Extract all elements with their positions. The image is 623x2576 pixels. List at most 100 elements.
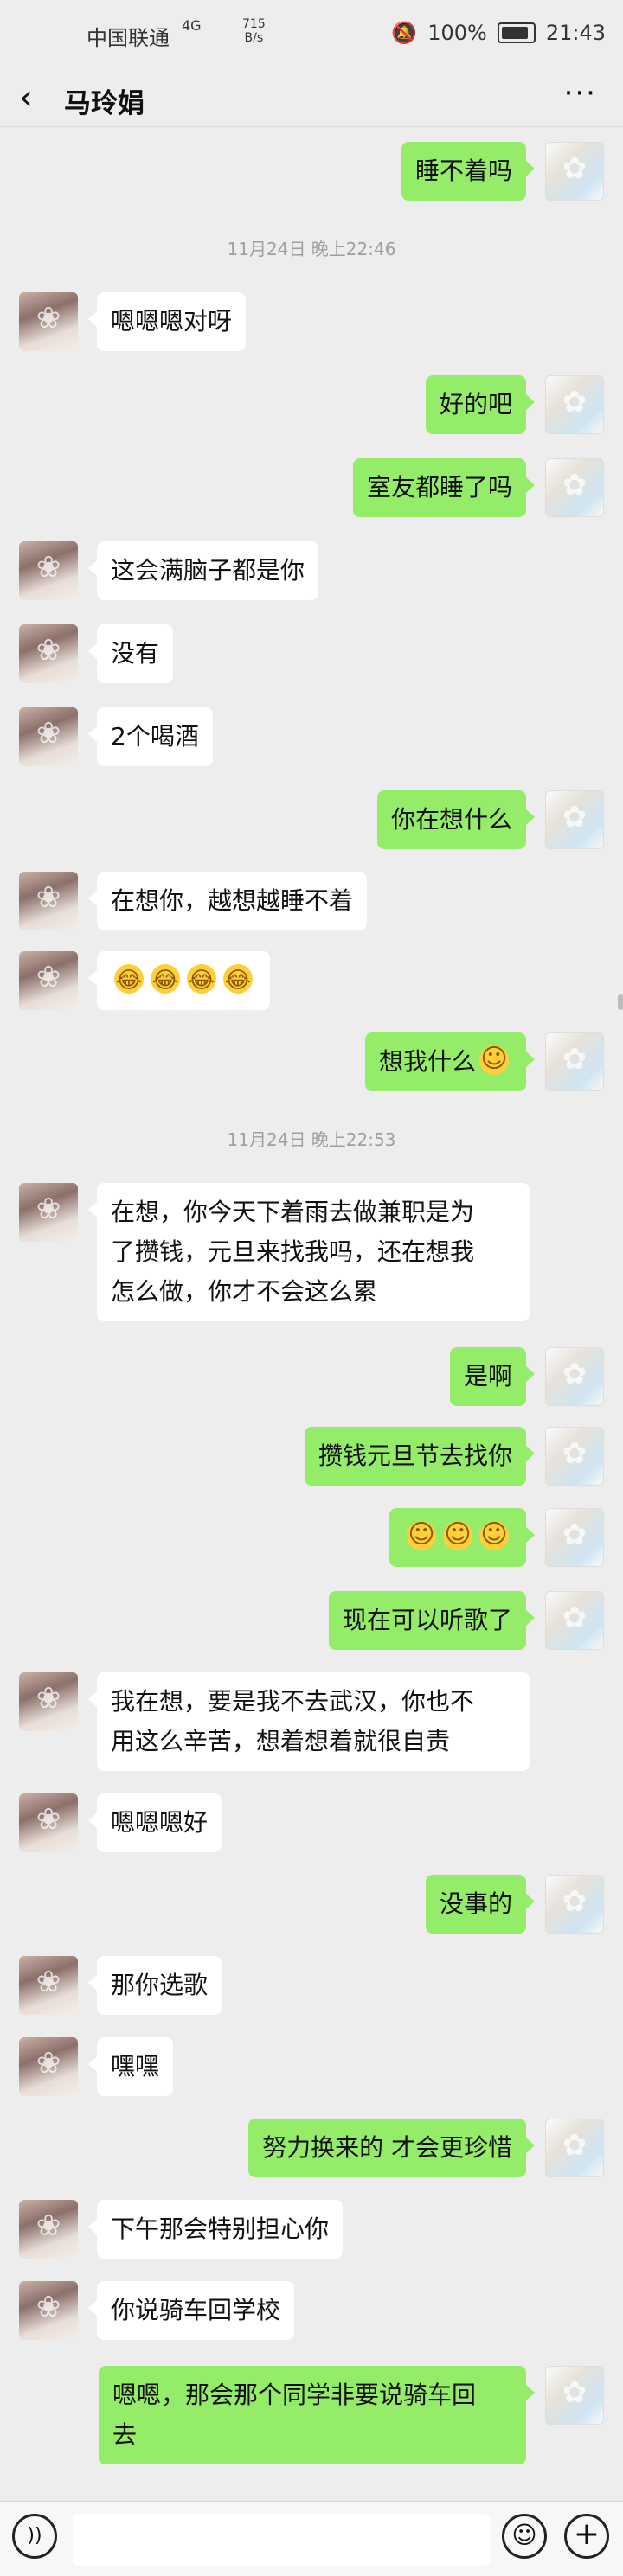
message-bubble[interactable]: 睡不着吗 [401,142,536,201]
laugh-cry-emoji-icon [114,961,144,1000]
avatar[interactable]: ❀ [19,872,78,930]
message-in: ❀ 2个喝酒 [0,704,623,773]
avatar[interactable]: ✿ [545,375,604,434]
message-out: ✿ 没事的 [0,1871,623,1940]
avatar-image-icon: ❀ [35,1802,61,1837]
avatar-image-icon: ✿ [562,151,588,186]
avatar[interactable]: ❀ [19,292,78,351]
chat-title: 马玲娟 [64,88,145,119]
avatar-image-icon: ❀ [35,2046,61,2081]
message-in: ❀ 我在想，要是我不去武汉，你也不 用这么辛苦，想着想着就很自责 [0,1669,623,1776]
message-bubble[interactable]: 我在想，要是我不去武汉，你也不 用这么辛苦，想着想着就很自责 [88,1672,530,1771]
avatar-image-icon: ✿ [562,468,588,502]
message-in: ❀ 嗯嗯嗯对呀 [0,289,623,358]
avatar[interactable]: ❀ [19,2037,78,2096]
avatar-image-icon: ❀ [35,550,61,585]
avatar[interactable]: ✿ [545,1875,604,1934]
avatar-image-icon: ❀ [35,633,61,668]
avatar[interactable]: ❀ [19,1793,78,1852]
avatar[interactable]: ❀ [19,2281,78,2340]
message-bubble[interactable]: 那你选歌 [87,1956,222,2015]
message-bubble[interactable]: 嗯嗯嗯好 [87,1793,222,1852]
message-bubble[interactable]: 在想，你今天下着雨去做兼职是为 了攒钱，元旦来找我吗，还在想我 怎么做，你才不会… [88,1183,530,1321]
avatar[interactable]: ❀ [19,624,78,683]
message-bubble[interactable]: 攒钱元旦节去找你 [304,1427,536,1486]
message-out: ✿ 嗯嗯，那会那个同学非要说骑车回 去 [0,2362,623,2470]
laugh-cry-emoji-icon [223,961,253,1000]
carrier-label: 中国联通 [87,26,170,50]
message-in: ❀ 在想你，越想越睡不着 [0,868,623,937]
message-line: 怎么做，你才不会这么累 [111,1277,378,1306]
scrollbar[interactable] [618,994,623,1010]
message-in: ❀ 你说骑车回学校 [0,2278,623,2347]
message-out: ✿ 攒钱元旦节去找你 [0,1423,623,1493]
message-out: ✿ 想我什么 [0,1029,623,1098]
avatar[interactable]: ❀ [19,951,78,1010]
message-out: ✿ 你在想什么 [0,787,623,856]
message-bubble[interactable]: 这会满脑子都是你 [87,541,319,600]
smile-emoji-icon [479,1515,509,1555]
chat-header: ‹ 马玲娟 ··· [0,69,623,127]
message-bubble[interactable]: 你说骑车回学校 [87,2281,295,2340]
message-bubble[interactable]: 下午那会特别担心你 [87,2200,344,2259]
avatar-image-icon: ✿ [562,1357,588,1391]
plus-icon[interactable]: + [564,2514,609,2559]
message-out: ✿ 是啊 [0,1344,623,1413]
avatar[interactable]: ❀ [19,1956,78,2015]
message-bubble[interactable]: 在想你，越想越睡不着 [87,872,368,930]
message-in: ❀ 嗯嗯嗯好 [0,1790,623,1859]
message-in: ❀ 在想，你今天下着雨去做兼职是为 了攒钱，元旦来找我吗，还在想我 怎么做，你才… [0,1179,623,1326]
avatar-image-icon: ✿ [562,1518,588,1552]
clock: 21:43 [545,21,606,45]
message-bubble[interactable]: 嘿嘿 [87,2037,174,2096]
message-bubble[interactable]: 没事的 [425,1875,536,1934]
message-bubble[interactable]: 好的吧 [425,375,536,434]
avatar[interactable]: ✿ [545,142,604,201]
message-input[interactable] [73,2514,490,2566]
emoji-icon[interactable]: ☺ [502,2514,547,2559]
avatar[interactable]: ✿ [545,790,604,849]
avatar[interactable]: ✿ [545,1347,604,1406]
message-bubble[interactable]: 2个喝酒 [88,707,213,766]
message-bubble[interactable]: 想我什么 [364,1032,536,1091]
avatar[interactable]: ✿ [545,2119,604,2177]
message-out: ✿ 室友都睡了吗 [0,455,623,524]
message-bubble[interactable] [88,951,270,1010]
avatar[interactable]: ✿ [545,1427,604,1486]
avatar[interactable]: ✿ [545,1591,604,1650]
avatar[interactable]: ✿ [545,1032,604,1091]
avatar[interactable]: ❀ [19,1183,78,1242]
avatar[interactable]: ✿ [545,2366,604,2425]
message-in: ❀ 嘿嘿 [0,2034,623,2103]
message-out: ✿ 现在可以听歌了 [0,1588,623,1657]
message-out: ✿ 好的吧 [0,372,623,441]
message-line: 了攒钱，元旦来找我吗，还在想我 [111,1237,475,1266]
network-rate-unit: B/s [244,31,264,45]
message-bubble[interactable]: 嗯嗯嗯对呀 [87,292,247,351]
avatar[interactable]: ❀ [19,541,78,600]
voice-icon[interactable]: )) [12,2514,57,2559]
network-rate-value: 715 [242,17,266,31]
message-out: ✿ [0,1505,623,1574]
avatar[interactable]: ❀ [19,707,78,766]
message-bubble[interactable]: 现在可以听歌了 [328,1591,536,1650]
avatar-image-icon: ✿ [562,1436,588,1471]
message-bubble[interactable]: 室友都睡了吗 [352,458,536,517]
message-bubble[interactable] [389,1508,535,1567]
avatar[interactable]: ❀ [19,1672,78,1731]
message-bubble[interactable]: 你在想什么 [376,790,536,849]
avatar-image-icon: ✿ [562,1042,588,1077]
avatar[interactable]: ✿ [545,1508,604,1567]
avatar-image-icon: ✿ [562,385,588,419]
laugh-cry-emoji-icon [151,961,180,1000]
back-icon[interactable]: ‹ [19,78,33,118]
avatar[interactable]: ✿ [545,458,604,517]
message-out: ✿ 努力换来的 才会更珍惜 [0,2115,623,2184]
message-bubble[interactable]: 是啊 [449,1347,536,1406]
message-bubble[interactable]: 努力换来的 才会更珍惜 [248,2119,535,2177]
message-bubble[interactable]: 没有 [87,624,174,683]
more-icon[interactable]: ··· [564,76,597,111]
avatar-image-icon: ✿ [562,2375,588,2410]
avatar[interactable]: ❀ [19,2200,78,2259]
message-bubble[interactable]: 嗯嗯，那会那个同学非要说骑车回 去 [99,2366,535,2464]
